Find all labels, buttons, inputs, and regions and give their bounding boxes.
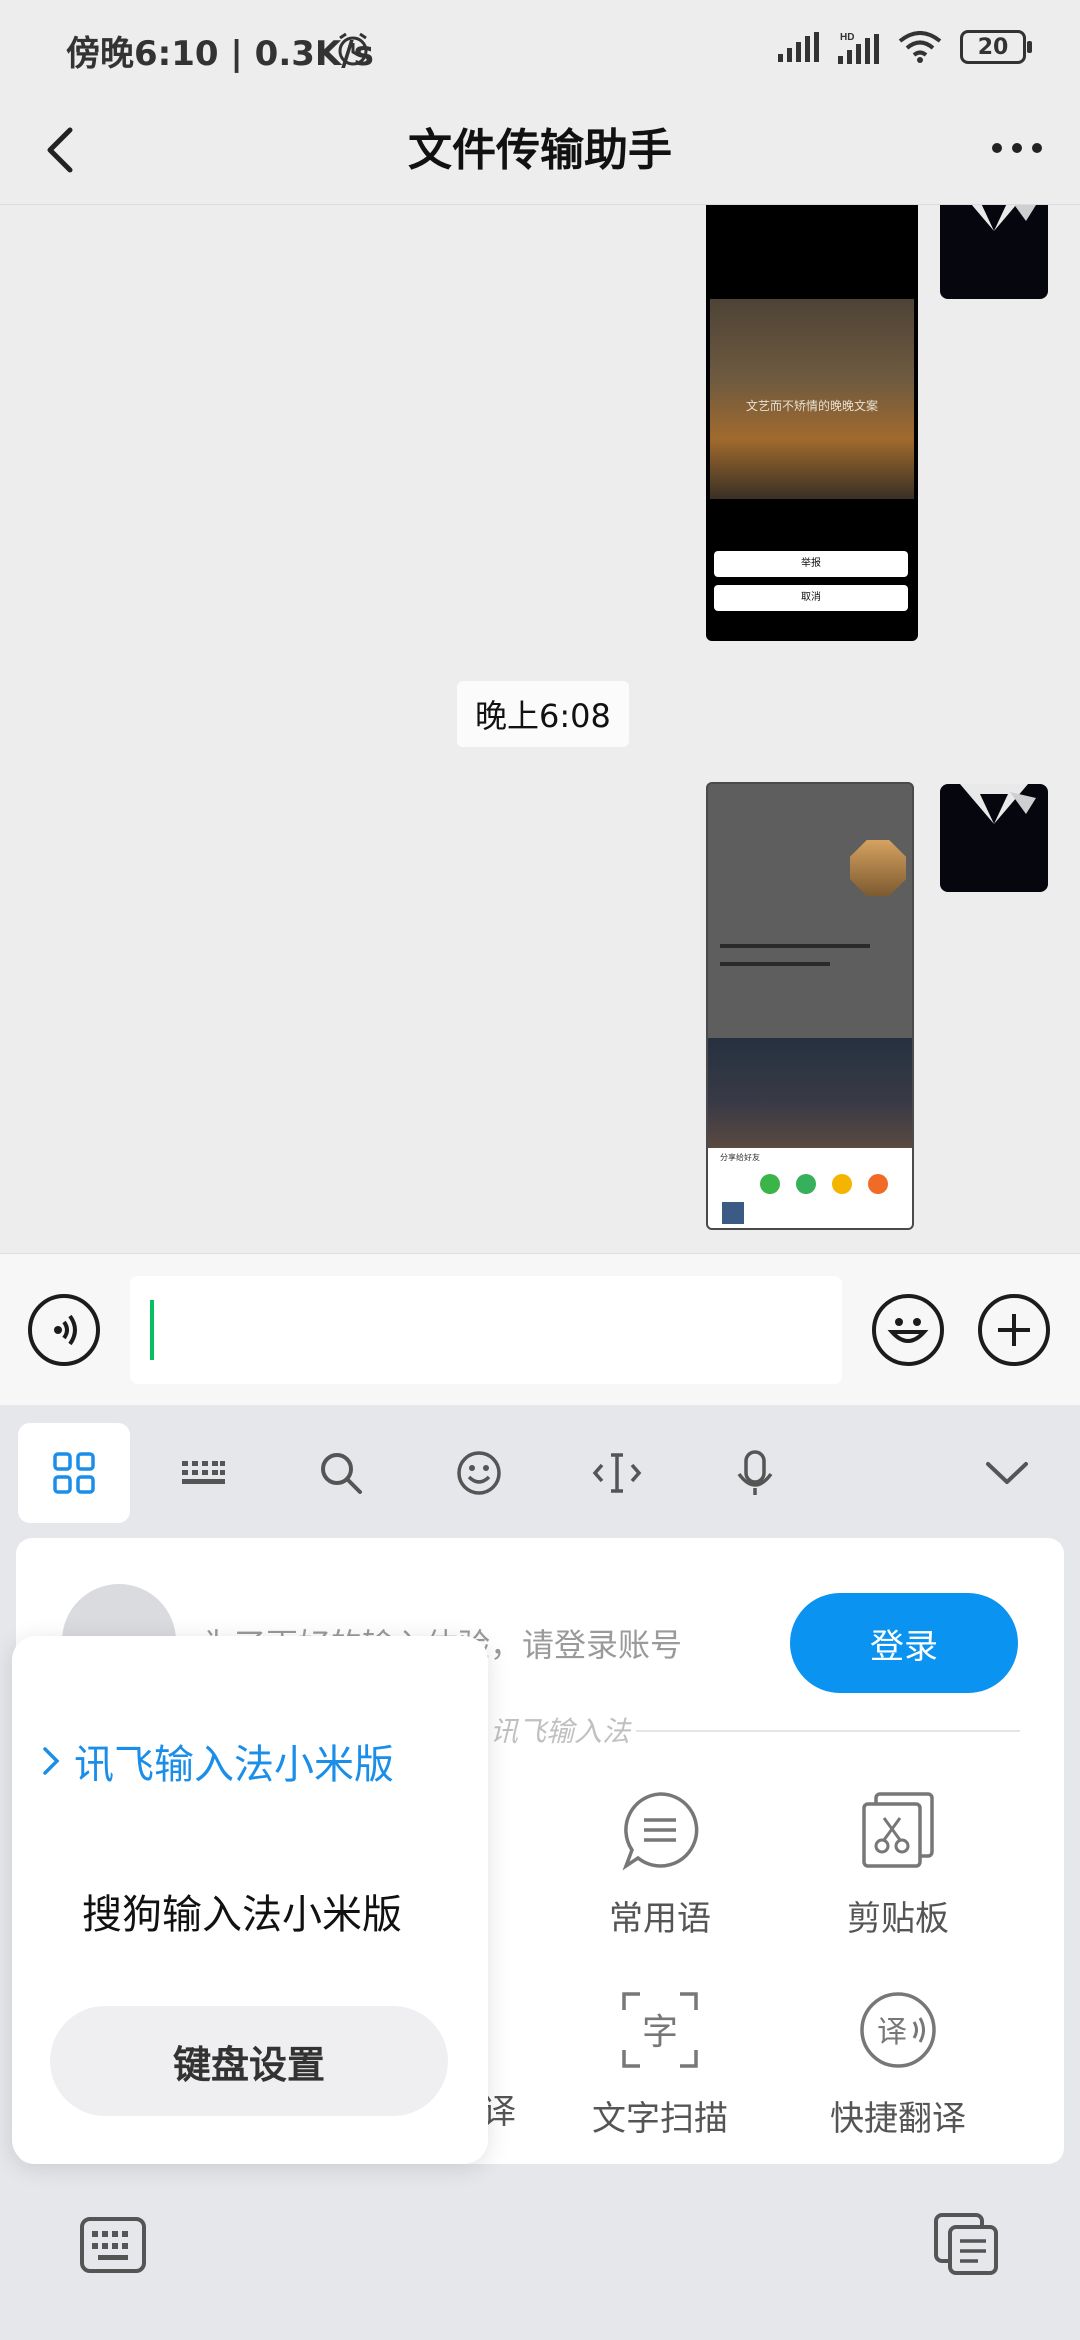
status-time: 傍晚6:10 | 0.3K/s (66, 34, 374, 74)
feature-label: 文字扫描 (592, 2099, 728, 2139)
signal-icon (778, 32, 819, 62)
battery-icon: 20 (960, 30, 1032, 64)
text-scan-icon: 字 (622, 1992, 698, 2068)
feature-text-scan[interactable]: 字 文字扫描 (560, 1988, 760, 2140)
chat-area[interactable]: 文艺而不矫情的晚晚文案 举报 取消 晚上6:08 分享给好友 (0, 205, 1080, 1253)
keyboard-icon[interactable] (78, 2215, 148, 2275)
feature-label: 快捷翻译 (830, 2099, 966, 2139)
ime-option-selected[interactable]: 讯飞输入法小米版 (12, 1726, 488, 1796)
keyboard-settings-button[interactable]: 键盘设置 (50, 2006, 448, 2116)
text-caret (150, 1300, 154, 1360)
svg-text:HD: HD (840, 32, 854, 43)
plus-icon[interactable] (978, 1294, 1050, 1366)
message-input[interactable] (130, 1276, 842, 1384)
image-message[interactable]: 分享给好友 (706, 782, 914, 1230)
cursor-icon[interactable] (562, 1423, 672, 1523)
more-dots-icon[interactable] (982, 118, 1052, 178)
keyboard-layout-icon[interactable] (148, 1423, 258, 1523)
microphone-icon[interactable] (700, 1423, 810, 1523)
image-message[interactable]: 文艺而不矫情的晚晚文案 举报 取消 (706, 205, 918, 641)
svg-text:译: 译 (877, 2015, 907, 2050)
message-input-bar (0, 1253, 1080, 1406)
feature-quick-translate[interactable]: 译 快捷翻译 (798, 1988, 998, 2140)
screenshot-text-line (720, 962, 830, 966)
search-icon[interactable] (286, 1423, 396, 1523)
emoji-icon[interactable] (872, 1294, 944, 1366)
divider (636, 1730, 1020, 1732)
feature-label: 常用语 (609, 1899, 711, 1939)
share-option (832, 1174, 852, 1194)
avatar[interactable] (940, 205, 1048, 299)
share-option (760, 1174, 780, 1194)
collapse-chevron-icon[interactable] (952, 1423, 1062, 1523)
message-timestamp: 晚上6:08 (457, 681, 629, 747)
status-right-icons: HD 20 (778, 30, 1032, 64)
ime-toolbar (0, 1405, 1080, 1535)
share-sheet: 分享给好友 (708, 1148, 912, 1228)
screenshot-photo (708, 1038, 912, 1148)
hd-signal-icon: HD (838, 32, 879, 64)
copy-icon[interactable] (932, 2211, 1002, 2277)
login-button[interactable]: 登录 (790, 1593, 1018, 1693)
battery-level: 20 (977, 34, 1009, 60)
screenshot-text-line (720, 944, 870, 948)
status-bar: 傍晚6:10 | 0.3K/s HD 20 (0, 0, 1080, 96)
phrase-icon (622, 1792, 699, 1871)
quick-translate-icon: 译 (860, 1992, 936, 2068)
alarm-icon (338, 32, 368, 66)
brand-label: 讯飞输入法 (490, 1715, 631, 1748)
share-thumbnail (722, 1202, 744, 1224)
screenshot-caption: 文艺而不矫情的晚晚文案 (745, 399, 878, 413)
share-option (868, 1174, 888, 1194)
ime-switch-menu: 讯飞输入法小米版 搜狗输入法小米版 键盘设置 (12, 1636, 488, 2164)
ime-option-label: 搜狗输入法小米版 (82, 1892, 402, 1938)
emoji-icon[interactable] (424, 1423, 534, 1523)
avatar[interactable] (940, 784, 1048, 892)
screenshot-thumbnail (850, 840, 906, 896)
share-option (796, 1174, 816, 1194)
share-sheet-title: 分享给好友 (720, 1153, 760, 1162)
feature-clipboard[interactable]: 剪贴板 (798, 1788, 998, 1940)
clipboard-icon (862, 1792, 934, 1868)
feature-phrases[interactable]: 常用语 (560, 1788, 760, 1940)
screenshot-button: 举报 (714, 551, 908, 577)
ime-option-label: 讯飞输入法小米版 (74, 1742, 394, 1788)
voice-icon[interactable] (28, 1294, 100, 1366)
chevron-right-icon (43, 1747, 60, 1775)
screenshot-button: 取消 (714, 585, 908, 611)
ime-option[interactable]: 搜狗输入法小米版 (12, 1876, 488, 1946)
grid-icon[interactable] (18, 1423, 130, 1523)
feature-label: 剪贴板 (847, 1899, 949, 1939)
svg-text:字: 字 (642, 2012, 678, 2053)
page-title: 文件传输助手 (408, 125, 672, 176)
chat-header: 文件传输助手 (0, 96, 1080, 205)
wifi-icon (898, 31, 942, 63)
